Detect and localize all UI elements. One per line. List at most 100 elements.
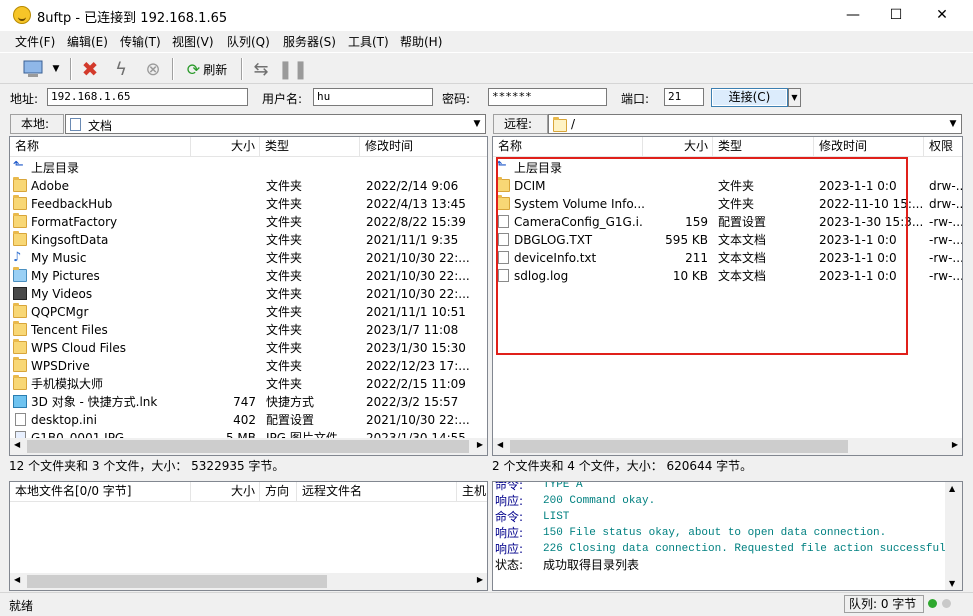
column-header-direction[interactable]: 方向 [260, 482, 297, 502]
file-row[interactable]: KingsoftData 文件夹 2021/11/1 9:35 [10, 231, 487, 249]
column-header-name[interactable]: 名称 [493, 137, 643, 157]
column-header-size[interactable]: 大小 [191, 482, 260, 502]
toolbar: ▼ ✖ ϟ ⊗ ⟳ 刷新 ⇆ ❚❚ [0, 52, 973, 84]
file-row[interactable]: desktop.ini 402 配置设置 2021/10/30 22:... [10, 411, 487, 429]
site-manager-icon[interactable] [20, 56, 46, 82]
menu-server[interactable]: 服务器(S) [283, 33, 336, 50]
remote-file-list[interactable]: 名称 大小 类型 修改时间 权限 ⬑ 上层目录 DCIM 文件夹 2023-1-1 0:… [492, 136, 963, 456]
file-row[interactable]: DCIM 文件夹 2023-1-1 0:0 drw-... [493, 177, 962, 195]
file-row[interactable]: 3D 对象 - 快捷方式.lnk 747 快捷方式 2022/3/2 15:57 [10, 393, 487, 411]
file-row[interactable]: sdlog.log 10 KB 文本文档 2023-1-1 0:0 -rw-... [493, 267, 962, 285]
folder-icon [13, 177, 27, 192]
local-path-select[interactable]: 文档 ▼ [65, 114, 486, 134]
chevron-down-icon[interactable]: ▼ [49, 56, 63, 82]
file-modified: 2022/4/13 13:45 [366, 197, 466, 211]
log-panel[interactable]: 命令: TYPE A 响应: 200 Command okay. 命令: LIST 响应: 1… [492, 481, 963, 591]
remote-horizontal-scrollbar[interactable]: ◀ ▶ [493, 438, 962, 455]
minimize-button[interactable]: — [830, 0, 876, 31]
file-row[interactable]: My Videos 文件夹 2021/10/30 22:... [10, 285, 487, 303]
column-header-modified[interactable]: 修改时间 [360, 137, 487, 157]
column-header-host[interactable]: 主机 [457, 482, 487, 502]
lightning-icon[interactable]: ϟ [109, 56, 133, 82]
password-input[interactable]: ****** [488, 88, 607, 106]
chevron-down-icon[interactable]: ▼ [788, 88, 801, 107]
menu-tools[interactable]: 工具(T) [348, 33, 389, 50]
local-horizontal-scrollbar[interactable]: ◀ ▶ [10, 438, 487, 455]
column-header-size[interactable]: 大小 [643, 137, 713, 157]
file-row[interactable]: CameraConfig_G1G.i... 159 配置设置 2023-1-30 15… [493, 213, 962, 231]
log-vertical-scrollbar[interactable]: ▲ ▼ [945, 482, 962, 590]
menu-file[interactable]: 文件(F) [15, 33, 55, 50]
file-name: FormatFactory [31, 215, 118, 229]
folder-icon [13, 357, 27, 372]
file-modified: 2021/10/30 22:... [366, 251, 470, 265]
file-icon [498, 233, 509, 246]
refresh-button[interactable]: ⟳ 刷新 [180, 56, 234, 82]
menu-view[interactable]: 视图(V) [172, 33, 214, 50]
column-header-permissions[interactable]: 权限 [924, 137, 962, 157]
close-button[interactable]: ✕ [919, 0, 965, 31]
file-modified: 2022/3/2 15:57 [366, 395, 459, 409]
file-row[interactable]: QQPCMgr 文件夹 2021/11/1 10:51 [10, 303, 487, 321]
file-type: 文本文档 [718, 251, 767, 265]
transfer-icon[interactable]: ⇆ [249, 56, 273, 82]
file-row[interactable]: Adobe 文件夹 2022/2/14 9:06 [10, 177, 487, 195]
file-row[interactable]: 手机模拟大师 文件夹 2022/2/15 11:09 [10, 375, 487, 393]
column-header-size[interactable]: 大小 [191, 137, 260, 157]
file-row[interactable]: My Pictures 文件夹 2021/10/30 22:... [10, 267, 487, 285]
chevron-down-icon[interactable]: ▼ [469, 115, 485, 133]
pictures-folder-icon [13, 267, 27, 282]
disconnect-icon[interactable]: ✖ [78, 56, 102, 82]
file-permissions: -rw-... [929, 215, 963, 229]
file-modified: 2021/10/30 22:... [366, 269, 470, 283]
log-key: 响应: [495, 542, 524, 556]
file-row[interactable]: ⬑ 上层目录 [493, 159, 962, 177]
file-row[interactable]: DBGLOG.TXT 595 KB 文本文档 2023-1-1 0:0 -rw-... [493, 231, 962, 249]
chevron-down-icon[interactable]: ▼ [945, 115, 961, 133]
log-text: 150 File status okay, about to open data… [543, 527, 887, 539]
local-file-list[interactable]: 名称 大小 类型 修改时间 ⬑ 上层目录 Adobe 文件夹 2022/2/14 9:0… [9, 136, 488, 456]
username-input[interactable]: hu [313, 88, 433, 106]
column-header-modified[interactable]: 修改时间 [814, 137, 924, 157]
file-type: 快捷方式 [266, 395, 315, 409]
column-header-type[interactable]: 类型 [713, 137, 814, 157]
menu-transfer[interactable]: 传输(T) [120, 33, 161, 50]
pause-icon[interactable]: ❚❚ [278, 56, 308, 82]
file-row[interactable]: FeedbackHub 文件夹 2022/4/13 13:45 [10, 195, 487, 213]
column-header-local-name[interactable]: 本地文件名[0/0 字节] [10, 482, 191, 502]
menu-queue[interactable]: 队列(Q) [227, 33, 270, 50]
file-row[interactable]: WPSDrive 文件夹 2022/12/23 17:... [10, 357, 487, 375]
file-modified: 2021/11/1 9:35 [366, 233, 459, 247]
menu-help[interactable]: 帮助(H) [400, 33, 442, 50]
maximize-button[interactable]: ☐ [873, 0, 919, 31]
remote-path-select[interactable]: / ▼ [548, 114, 962, 134]
file-name: deviceInfo.txt [514, 251, 597, 265]
file-row[interactable]: deviceInfo.txt 211 文本文档 2023-1-1 0:0 -rw-... [493, 249, 962, 267]
file-row[interactable]: System Volume Info... 文件夹 2022-11-10 15:..… [493, 195, 962, 213]
stop-icon[interactable]: ⊗ [141, 56, 165, 82]
menu-edit[interactable]: 编辑(E) [67, 33, 108, 50]
file-row[interactable]: ⬑ 上层目录 [10, 159, 487, 177]
file-row[interactable]: Tencent Files 文件夹 2023/1/7 11:08 [10, 321, 487, 339]
column-header-remote-name[interactable]: 远程文件名 [297, 482, 457, 502]
column-header-type[interactable]: 类型 [260, 137, 360, 157]
file-name: FeedbackHub [31, 197, 113, 211]
file-row[interactable]: FormatFactory 文件夹 2022/8/22 15:39 [10, 213, 487, 231]
column-header-name[interactable]: 名称 [10, 137, 191, 157]
queue-horizontal-scrollbar[interactable]: ◀ ▶ [10, 573, 487, 590]
log-key: 状态: [495, 558, 524, 572]
file-name: 3D 对象 - 快捷方式.lnk [31, 395, 158, 409]
log-key: 响应: [495, 526, 524, 540]
file-name: DCIM [514, 179, 546, 193]
port-input[interactable]: 21 [664, 88, 704, 106]
file-row[interactable]: ♪ My Music 文件夹 2021/10/30 22:... [10, 249, 487, 267]
log-text: TYPE A [543, 481, 583, 491]
file-type: 文件夹 [266, 215, 303, 229]
file-row[interactable]: WPS Cloud Files 文件夹 2023/1/30 15:30 [10, 339, 487, 357]
address-input[interactable]: 192.168.1.65 [47, 88, 248, 106]
queue-list[interactable]: 本地文件名[0/0 字节] 大小 方向 远程文件名 主机 ◀ ▶ [9, 481, 488, 591]
file-modified: 2023-1-1 0:0 [819, 269, 897, 283]
log-key: 响应: [495, 494, 524, 508]
connect-button[interactable]: 连接(C) [711, 88, 788, 107]
status-text: 就绪 [9, 599, 34, 613]
